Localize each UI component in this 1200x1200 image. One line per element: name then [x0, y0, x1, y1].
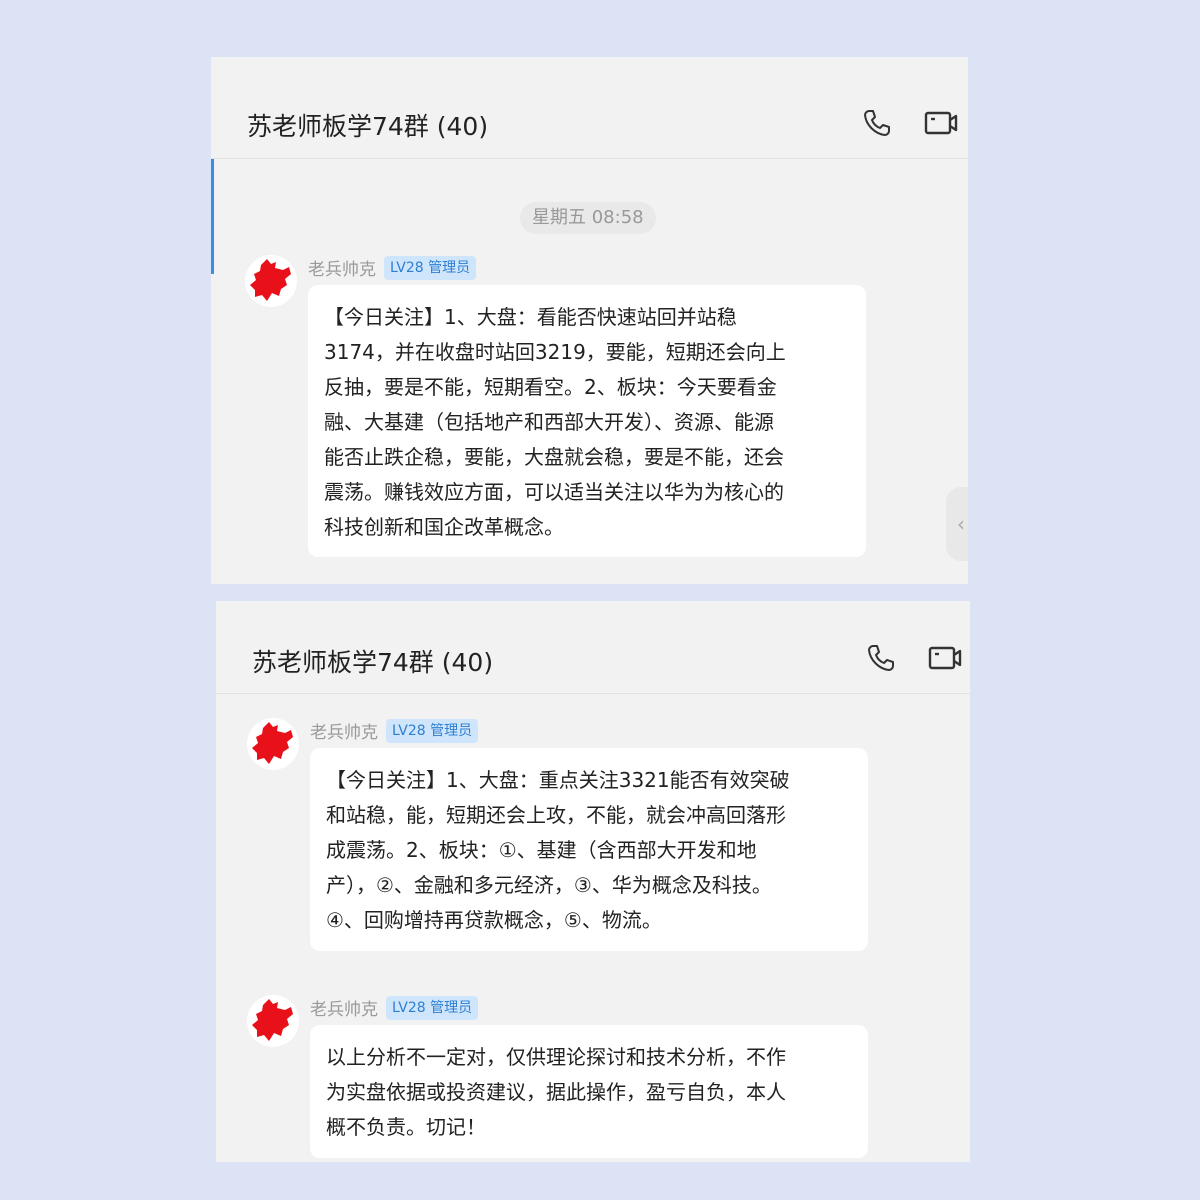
- chat-header: 苏老师板学74群 (40): [216, 601, 970, 694]
- sender-name[interactable]: 老兵帅克: [310, 718, 378, 743]
- message-bubble[interactable]: 【今日关注】1、大盘：重点关注3321能否有效突破 和站稳，能，短期还会上攻，不…: [310, 748, 868, 951]
- sender-line: 老兵帅克 LV28 管理员: [308, 255, 477, 280]
- time-divider: 星期五 08:58: [520, 202, 656, 234]
- scroll-indicator: [211, 159, 214, 274]
- chat-header: 苏老师板学74群 (40): [211, 57, 968, 159]
- sender-line: 老兵帅克 LV28 管理员: [310, 718, 479, 743]
- chat-title: 苏老师板学74群 (40): [252, 648, 494, 677]
- message-text: 【今日关注】1、大盘：重点关注3321能否有效突破 和站稳，能，短期还会上攻，不…: [326, 768, 790, 932]
- level-badge: LV28 管理员: [384, 255, 477, 280]
- chat-window-2: 苏老师板学74群 (40) 老兵帅克 LV28 管理员 【今日关注】1、大盘：重…: [216, 601, 970, 1162]
- avatar[interactable]: [247, 995, 299, 1047]
- chat-window-1: 苏老师板学74群 (40) 星期五 08:58 老兵帅克 LV28 管理员 【今…: [211, 57, 968, 584]
- level-badge: LV28 管理员: [386, 995, 479, 1020]
- video-call-icon[interactable]: [921, 103, 961, 143]
- avatar[interactable]: [247, 718, 299, 770]
- sender-line: 老兵帅克 LV28 管理员: [310, 995, 479, 1020]
- sender-name[interactable]: 老兵帅克: [308, 255, 376, 280]
- message-text: 【今日关注】1、大盘：看能否快速站回并站稳 3174，并在收盘时站回3219，要…: [324, 305, 786, 539]
- sender-name[interactable]: 老兵帅克: [310, 995, 378, 1020]
- video-call-icon[interactable]: [925, 638, 965, 678]
- avatar[interactable]: [245, 255, 297, 307]
- message-text: 以上分析不一定对，仅供理论探讨和技术分析，不作 为实盘依据或投资建议，据此操作，…: [326, 1045, 786, 1139]
- collapse-sidebar-chevron-icon[interactable]: ‹: [946, 487, 968, 561]
- message-bubble[interactable]: 【今日关注】1、大盘：看能否快速站回并站稳 3174，并在收盘时站回3219，要…: [308, 285, 866, 557]
- level-badge: LV28 管理员: [386, 718, 479, 743]
- phone-icon[interactable]: [857, 103, 897, 143]
- phone-icon[interactable]: [861, 638, 901, 678]
- message-bubble[interactable]: 以上分析不一定对，仅供理论探讨和技术分析，不作 为实盘依据或投资建议，据此操作，…: [310, 1025, 868, 1158]
- chat-title: 苏老师板学74群 (40): [247, 112, 489, 141]
